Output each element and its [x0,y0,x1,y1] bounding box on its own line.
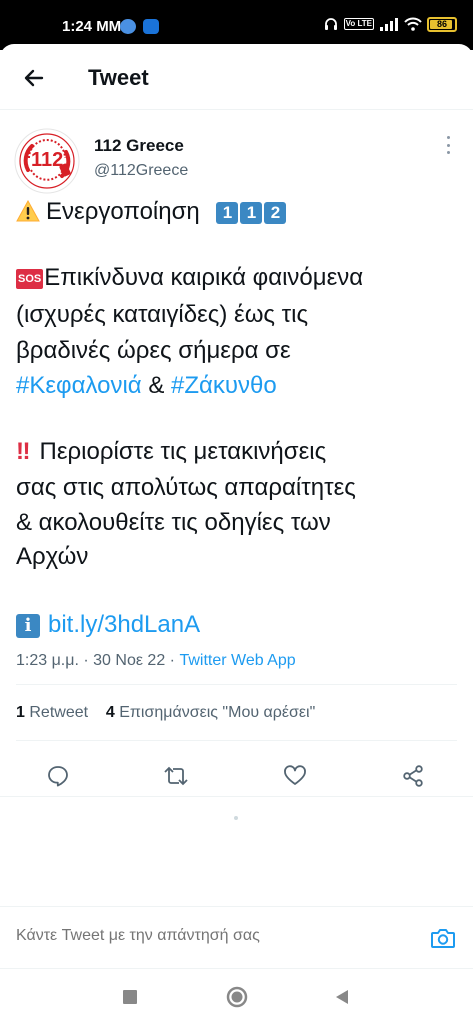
more-dot [446,151,450,154]
retweets-count: 1 [16,704,25,721]
share-icon [403,765,423,787]
sos-icon: SOS [16,269,44,289]
loading-indicator [234,816,238,820]
like-button[interactable] [277,758,313,794]
hashtag-kefalonia[interactable]: #Κεφαλονιά [16,372,142,399]
tweet-text-line-1: Ενεργοποίηση 112 [16,197,287,227]
home-button[interactable] [225,985,249,1009]
tweet-text-line-8: & ακολουθείτε τις οδηγίες των [16,508,331,538]
signal-icon [380,18,398,31]
tweet-meta: 1:23 μ.μ. · 30 Νοε 22 · Twitter Web App [16,652,296,670]
recents-button[interactable] [118,985,142,1009]
tweet-text-line-2: SOS Επικίνδυνα καιρικά φαινόμενα [16,263,363,293]
camera-icon [431,929,455,948]
system-navigation-bar [0,968,473,1024]
tweet-text-line-9: Αρχών [16,542,88,572]
like-icon [284,765,306,785]
reply-button[interactable] [40,758,76,794]
top-app-bar: Tweet [0,44,473,110]
tweet-text: Αρχών [16,543,89,570]
back-button[interactable] [18,62,50,94]
tweet-date: 30 Νοε 22 [93,652,166,669]
volte-badge: Vo LTE [343,18,374,30]
tweet-screen: Tweet 112 112 Greece @112Greece Ενεργοπο… [0,44,473,1024]
status-indicators: Vo LTE 86 [323,16,457,32]
back-nav-button[interactable] [330,985,354,1009]
meta-separator: · [78,652,94,669]
tweet-text: βραδινές ώρες σήμερα σε [16,337,291,364]
status-time: 1:24 MM [62,18,122,35]
tweet-text-line-6: ‼ Περιορίστε τις μετακινήσεις [16,437,326,467]
tweet-text: (ισχυρές καταιγίδες) έως τις [16,301,309,328]
wifi-icon [404,17,422,31]
outlook-icon [143,19,159,34]
square-icon [123,990,137,1004]
battery-icon: 86 [427,16,457,32]
more-options-button[interactable] [442,136,454,154]
activation-text: Ενεργοποίηση [46,198,200,225]
tweet-text: & ακολουθείτε τις οδηγίες των [16,509,331,536]
camera-button[interactable] [428,923,458,953]
divider [16,740,457,741]
tweet-stats: 1 Retweet 4 Επισημάνσεις "Μου αρέσει" [16,704,315,722]
headphones-icon [324,18,337,30]
avatar-logo-text: 112 [31,149,64,171]
divider [0,796,473,797]
keycap-digit-icon: 2 [264,202,287,224]
avatar[interactable]: 112 [14,128,80,194]
divider [16,684,457,685]
double-exclamation-icon: ‼ [16,438,30,465]
retweets-stat[interactable]: 1 Retweet [16,704,88,721]
author-handle[interactable]: @112Greece [94,162,188,180]
more-dot [446,143,450,147]
reply-icon [48,766,68,787]
meta-separator: · [165,652,180,669]
likes-stat[interactable]: 4 Επισημάνσεις "Μου αρέσει" [106,704,315,721]
keycap-digit-icon: 1 [240,202,263,224]
author-name[interactable]: 112 Greece [94,136,184,156]
warning-icon [16,200,40,222]
tweet-text: & [141,372,172,399]
triangle-back-icon [336,990,348,1004]
info-icon: i [16,614,40,638]
tweet-text: Επικίνδυνα καιρικά φαινόμενα [44,264,364,291]
retweets-label: Retweet [29,704,89,721]
tweet-text-line-4: βραδινές ώρες σήμερα σε [16,336,291,366]
tweet-text-line-5: #Κεφαλονιά & #Ζάκυνθο [16,371,277,401]
tweet-text-line-7: σας στις απολύτως απαραίτητες [16,473,356,503]
reply-input[interactable] [16,927,416,945]
circle-icon [226,986,248,1008]
tweet-text-line-3: (ισχυρές καταιγίδες) έως τις [16,300,308,330]
messenger-icon [120,19,136,34]
tweet-link[interactable]: bit.ly/3hdLanA [48,611,200,638]
battery-level: 86 [436,19,447,29]
hashtag-zakynthos[interactable]: #Ζάκυνθο [171,372,277,399]
keycap-digit-icon: 1 [216,202,239,224]
reply-composer [0,906,473,968]
tweet-text-line-10: i bit.ly/3hdLanA [16,610,200,640]
tweet-actions [0,752,473,800]
tweet-time: 1:23 μ.μ. [16,652,79,669]
page-title: Tweet [88,65,149,90]
likes-count: 4 [105,704,115,721]
tweet-text: σας στις απολύτως απαραίτητες [16,474,356,501]
status-bar: 1:24 MM Vo LTE 86 [0,0,473,50]
retweet-button[interactable] [158,758,194,794]
share-button[interactable] [395,758,431,794]
retweet-icon [164,766,188,786]
tweet-text: Περιορίστε τις μετακινήσεις [39,438,327,465]
tweet-source[interactable]: Twitter Web App [179,652,295,669]
back-arrow-icon [24,69,44,87]
more-dot [446,136,450,139]
likes-label: Επισημάνσεις "Μου αρέσει" [119,704,316,721]
